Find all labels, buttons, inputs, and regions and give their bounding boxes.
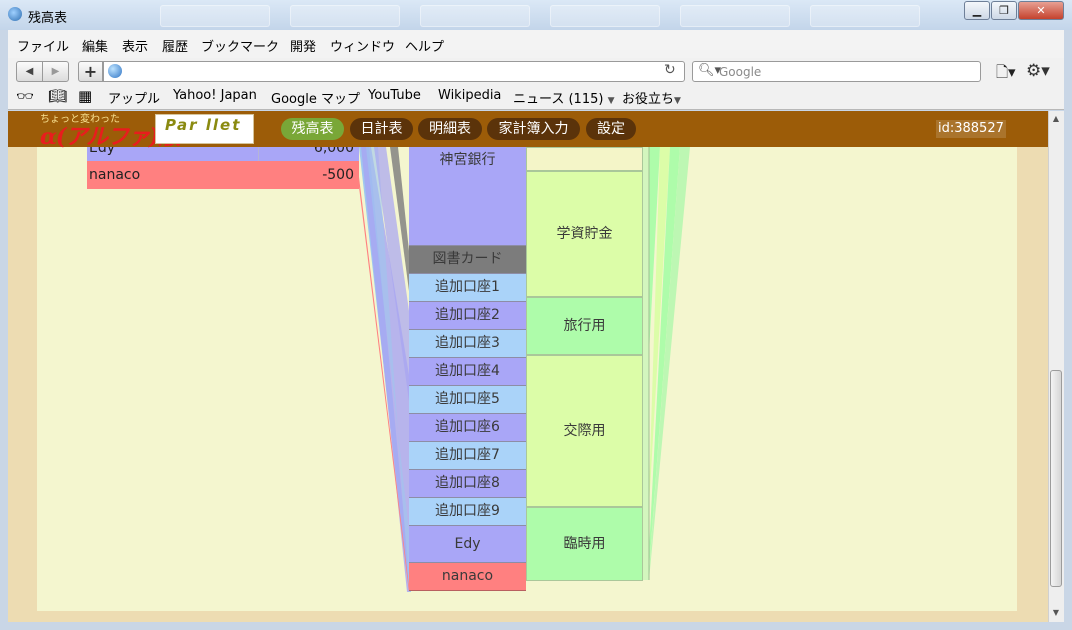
row-name: nanaco — [89, 167, 141, 183]
bookmark-youtube[interactable]: YouTube — [368, 88, 421, 103]
menu-edit[interactable]: 編集 — [82, 36, 108, 55]
search-placeholder[interactable]: Google — [719, 65, 761, 79]
bookmark-apple[interactable]: アップル — [108, 88, 160, 107]
window-bottom-edge — [0, 622, 1072, 630]
scroll-thumb[interactable] — [1050, 370, 1062, 587]
background-tab[interactable] — [160, 5, 270, 27]
close-window-button[interactable]: ✕ — [1018, 1, 1064, 20]
account-label: 追加口座8 — [435, 475, 500, 491]
forward-button[interactable]: ▶ — [42, 61, 69, 82]
menu-history[interactable]: 履歴 — [162, 36, 188, 55]
account-block[interactable]: 追加口座1 — [409, 274, 526, 302]
maximize-button[interactable]: ❐ — [991, 1, 1017, 20]
browser-app-icon — [8, 7, 22, 21]
account-block[interactable]: 追加口座3 — [409, 330, 526, 358]
bookmark-news[interactable]: ニュース (115) ▼ — [513, 88, 615, 107]
nav-settings[interactable]: 設定 — [586, 118, 636, 140]
pallet-logo-text: Par llet — [165, 116, 242, 134]
background-tab[interactable] — [290, 5, 400, 27]
account-label: Edy — [454, 536, 481, 552]
account-block[interactable]: Edy — [409, 526, 526, 563]
account-label: 追加口座6 — [435, 419, 500, 435]
group-block[interactable]: 学資貯金 — [526, 171, 643, 297]
address-bar[interactable] — [103, 61, 685, 82]
group-label: 旅行用 — [563, 318, 606, 334]
menu-help[interactable]: ヘルプ — [405, 36, 444, 55]
reading-list-icon[interactable]: 👓︎ — [16, 89, 34, 105]
background-tab[interactable] — [810, 5, 920, 27]
group-block — [526, 147, 643, 171]
account-label: 追加口座2 — [435, 307, 500, 323]
search-icon[interactable]: 🔍︎▾ — [698, 63, 721, 78]
menu-develop[interactable]: 開発 — [290, 36, 316, 55]
account-block[interactable]: 追加口座2 — [409, 302, 526, 330]
account-block[interactable]: nanaco — [409, 563, 526, 591]
forward-arrow-icon: ▶ — [51, 66, 60, 77]
account-block[interactable]: 図書カード — [409, 246, 526, 274]
group-block[interactable]: 臨時用 — [526, 507, 643, 581]
account-block[interactable]: 追加口座4 — [409, 358, 526, 386]
account-label: 追加口座7 — [435, 447, 500, 463]
account-block[interactable]: 追加口座7 — [409, 442, 526, 470]
account-label: 追加口座1 — [435, 279, 500, 295]
top-sites-grid-icon[interactable]: ▦ — [78, 87, 92, 105]
account-label: 神宮銀行 — [439, 152, 496, 168]
bookmark-useful[interactable]: お役立ち▼ — [622, 88, 681, 107]
nav-daily-report[interactable]: 日計表 — [350, 118, 413, 140]
plus-icon: + — [83, 62, 98, 81]
account-label: 追加口座9 — [435, 503, 500, 519]
chevron-down-icon: ▼ — [607, 96, 615, 106]
bookmark-wikipedia[interactable]: Wikipedia — [438, 88, 501, 103]
gear-icon[interactable]: ⚙▾ — [1026, 61, 1050, 81]
reload-icon[interactable]: ↻ — [664, 62, 676, 78]
nav-balance-sheet[interactable]: 残高表 — [281, 118, 344, 140]
window-title: 残高表 — [28, 11, 68, 26]
bookmark-news-label: ニュース (115) — [513, 92, 604, 107]
user-id-label: id:388527 — [936, 120, 1006, 138]
flow-band — [643, 147, 649, 580]
back-button[interactable]: ◀ — [16, 61, 43, 82]
account-block[interactable]: 追加口座9 — [409, 498, 526, 526]
scroll-up-arrow-icon[interactable]: ▲ — [1049, 112, 1063, 126]
account-block[interactable]: 神宮銀行 — [409, 147, 526, 246]
add-bookmark-button[interactable]: + — [78, 61, 103, 82]
nav-details[interactable]: 明細表 — [418, 118, 482, 140]
book-icon[interactable]: 📖︎ — [48, 87, 67, 105]
bookmark-yahoo[interactable]: Yahoo! Japan — [173, 88, 257, 103]
group-block[interactable]: 旅行用 — [526, 297, 643, 355]
account-label: 追加口座4 — [435, 363, 500, 379]
bookmark-google-maps[interactable]: Google マップ — [271, 88, 360, 107]
account-block[interactable]: 追加口座5 — [409, 386, 526, 414]
menu-bookmarks[interactable]: ブックマーク — [201, 36, 279, 55]
group-label: 交際用 — [563, 423, 606, 439]
background-tab[interactable] — [420, 5, 530, 27]
account-label: nanaco — [441, 568, 494, 584]
chevron-down-icon: ▼ — [674, 96, 681, 106]
nav-household-entry[interactable]: 家計簿入力 — [487, 118, 580, 140]
menu-view[interactable]: 表示 — [122, 36, 148, 55]
group-label: 臨時用 — [563, 536, 606, 552]
row-value: -500 — [322, 167, 354, 183]
group-block[interactable]: 交際用 — [526, 355, 643, 507]
scroll-down-arrow-icon[interactable]: ▼ — [1049, 606, 1063, 620]
menu-window[interactable]: ウィンドウ — [330, 36, 395, 55]
bookmark-useful-label: お役立ち — [622, 92, 675, 107]
account-block[interactable]: 追加口座8 — [409, 470, 526, 498]
group-label: 学資貯金 — [556, 226, 613, 242]
globe-icon — [108, 64, 122, 78]
minimize-button[interactable]: ▁ — [964, 1, 990, 20]
menu-file[interactable]: ファイル — [17, 36, 69, 55]
back-arrow-icon: ◀ — [25, 66, 34, 77]
account-label: 追加口座5 — [435, 391, 500, 407]
account-label: 追加口座3 — [435, 335, 500, 351]
background-tab[interactable] — [680, 5, 790, 27]
account-block[interactable]: 追加口座6 — [409, 414, 526, 442]
account-label: 図書カード — [432, 251, 503, 267]
page-menu-icon[interactable]: 🗋▾ — [996, 62, 1016, 87]
background-tab[interactable] — [550, 5, 660, 27]
